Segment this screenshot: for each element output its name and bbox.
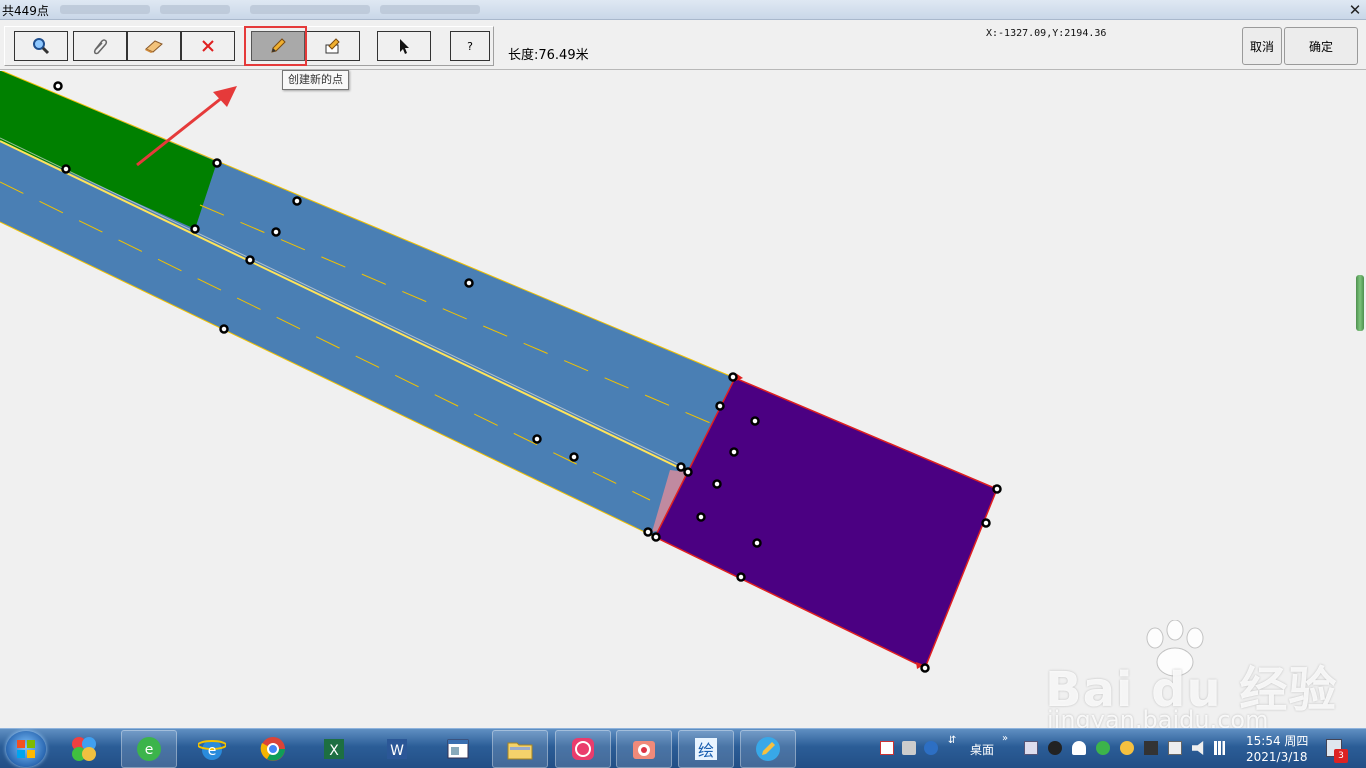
vertex-point[interactable] <box>729 447 739 457</box>
tray-clipboard-icon[interactable] <box>1168 741 1182 755</box>
vertex-point[interactable] <box>61 164 71 174</box>
app-window: 共449点 ✕ ? 长度:76.49米 X:-1327.09,Y:2194.36… <box>0 0 1366 768</box>
vertex-point[interactable] <box>569 452 579 462</box>
vertex-point[interactable] <box>464 278 474 288</box>
zoom-tool-button[interactable] <box>14 31 68 61</box>
edit-tool-button[interactable] <box>306 31 360 61</box>
taskbar-word-icon[interactable]: W <box>369 730 425 768</box>
vertex-point[interactable] <box>245 255 255 265</box>
taskbar-excel-icon[interactable]: X <box>306 730 362 768</box>
tray-signal-icon[interactable] <box>1214 741 1228 755</box>
svg-text:绘: 绘 <box>698 741 714 760</box>
tray-chevron-icon[interactable]: » <box>1002 733 1008 744</box>
vertex-point[interactable] <box>696 512 706 522</box>
tray-monitor-icon[interactable] <box>1024 741 1038 755</box>
clock-date[interactable]: 2021/3/18 <box>1246 750 1308 764</box>
map-canvas[interactable] <box>0 71 1366 728</box>
vertex-point[interactable] <box>292 196 302 206</box>
delete-tool-button[interactable] <box>181 31 235 61</box>
svg-text:e: e <box>208 743 217 759</box>
tray-360-icon[interactable] <box>1096 741 1110 755</box>
taskbar: e e X W 绘 ⇵ 桌面 » 15:54 周四 2021/3/18 3 <box>0 728 1366 768</box>
center-line-shadow <box>0 137 681 466</box>
vertex-point[interactable] <box>219 324 229 334</box>
vertex-point[interactable] <box>981 518 991 528</box>
taskbar-meitu-icon[interactable] <box>555 730 611 768</box>
tray-pdf-icon[interactable] <box>880 741 894 755</box>
pencil-icon <box>271 38 286 53</box>
windows-logo-icon <box>17 740 35 758</box>
blurred-tab <box>160 5 230 14</box>
tray-volume-icon[interactable] <box>1192 741 1204 755</box>
tray-plus-icon[interactable] <box>1120 741 1134 755</box>
vertex-point[interactable] <box>728 372 738 382</box>
taskbar-photos-icon[interactable] <box>56 730 112 768</box>
blurred-tab <box>380 5 480 14</box>
taskbar-paint-app-icon[interactable]: 绘 <box>678 730 734 768</box>
vertex-point[interactable] <box>736 572 746 582</box>
cancel-label: 取消 <box>1249 39 1274 54</box>
help-label: ? <box>467 39 473 53</box>
coordinate-readout: X:-1327.09,Y:2194.36 <box>986 28 1107 39</box>
magnifier-icon <box>33 38 50 55</box>
eraser-icon <box>145 40 163 53</box>
blurred-tab <box>60 5 150 14</box>
desktop-label[interactable]: 桌面 <box>970 741 994 758</box>
red-x-icon <box>202 40 214 52</box>
vertex-point[interactable] <box>271 227 281 237</box>
vertex-point[interactable] <box>651 532 661 542</box>
taskbar-camera-app-icon[interactable] <box>616 730 672 768</box>
measure-tool-button[interactable] <box>73 31 127 61</box>
cancel-button[interactable]: 取消 <box>1242 27 1282 65</box>
edit-shape-icon <box>325 38 340 54</box>
select-tool-button[interactable] <box>377 31 431 61</box>
vertex-point[interactable] <box>752 538 762 548</box>
taskbar-360-browser-icon[interactable]: e <box>121 730 177 768</box>
vertex-point[interactable] <box>683 467 693 477</box>
eraser-tool-button[interactable] <box>127 31 181 61</box>
vertex-point[interactable] <box>715 401 725 411</box>
vertex-point[interactable] <box>992 484 1002 494</box>
taskbar-window-app-icon[interactable] <box>430 730 486 768</box>
vertex-point[interactable] <box>190 224 200 234</box>
tray-qq-icon[interactable] <box>1048 741 1062 755</box>
paperclip-icon <box>93 39 108 55</box>
create-point-tool-button[interactable] <box>251 31 305 61</box>
tray-bell-icon[interactable] <box>1072 741 1086 755</box>
clock-time[interactable]: 15:54 周四 <box>1246 732 1308 749</box>
confirm-button[interactable]: 确定 <box>1284 27 1358 65</box>
tooltip: 创建新的点 <box>282 70 349 90</box>
vertex-point[interactable] <box>643 527 653 537</box>
notification-badge: 3 <box>1334 749 1348 763</box>
title-bar: 共449点 ✕ <box>0 0 1366 20</box>
svg-text:e: e <box>145 742 154 758</box>
vertex-point[interactable] <box>920 663 930 673</box>
arrow-cursor-icon <box>400 39 409 54</box>
confirm-label: 确定 <box>1308 39 1333 54</box>
taskbar-file-explorer-icon[interactable] <box>492 730 548 768</box>
svg-text:W: W <box>390 743 404 759</box>
vertex-point[interactable] <box>676 462 686 472</box>
vertex-point[interactable] <box>212 158 222 168</box>
center-line <box>0 140 689 473</box>
taskbar-pencil-app-icon[interactable] <box>740 730 796 768</box>
length-readout: 长度:76.49米 <box>508 48 589 63</box>
svg-text:X: X <box>329 743 339 759</box>
vertex-point[interactable] <box>712 479 722 489</box>
taskbar-ie-icon[interactable]: e <box>184 730 240 768</box>
scrollbar-thumb[interactable] <box>1356 275 1364 331</box>
vertex-point[interactable] <box>532 434 542 444</box>
tray-device-icon[interactable] <box>1144 741 1158 755</box>
tray-help-icon[interactable] <box>924 741 938 755</box>
help-tool-button[interactable]: ? <box>450 31 490 61</box>
vertex-point[interactable] <box>53 81 63 91</box>
start-button[interactable] <box>6 731 46 767</box>
close-window-button[interactable]: ✕ <box>1344 0 1366 20</box>
vertex-point[interactable] <box>750 416 760 426</box>
tray-expand-icon[interactable]: ⇵ <box>948 735 956 746</box>
window-title: 共449点 <box>2 4 49 18</box>
taskbar-chrome-icon[interactable] <box>245 730 301 768</box>
blurred-tab <box>250 5 370 14</box>
tray-keyboard-icon[interactable] <box>902 741 916 755</box>
